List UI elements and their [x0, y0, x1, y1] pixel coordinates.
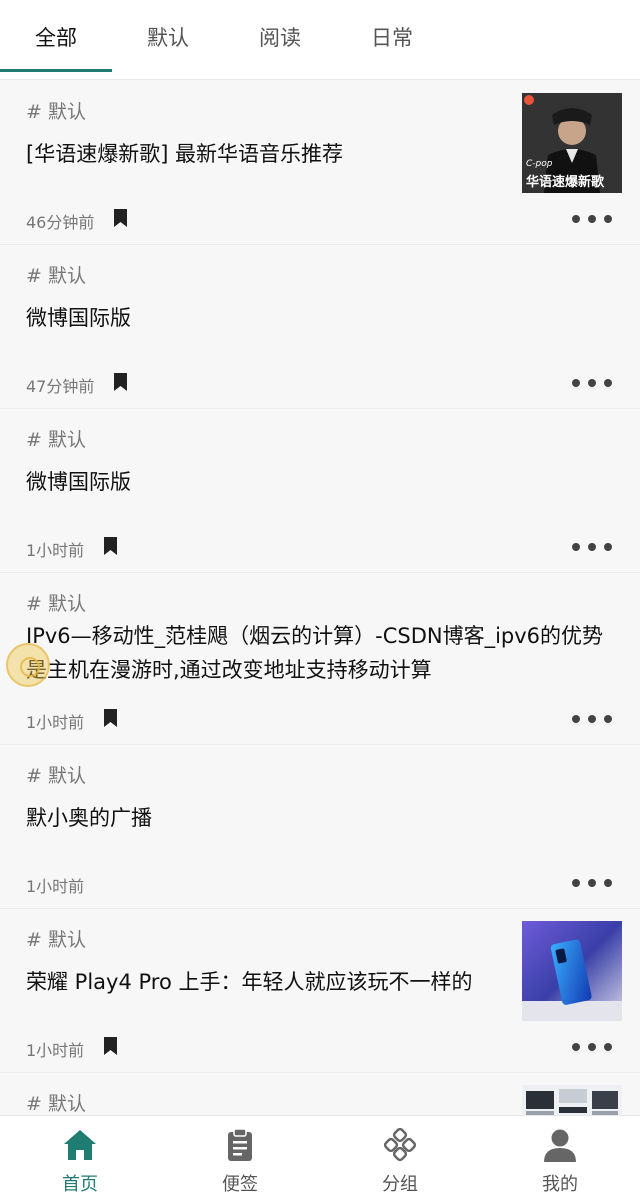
nav-notes-label: 便签 — [222, 1174, 258, 1195]
nav-groups-label: 分组 — [382, 1174, 418, 1195]
tab-all[interactable]: 全部 — [0, 22, 112, 52]
item-title[interactable]: 微博国际版 — [26, 301, 616, 335]
nav-notes[interactable]: 便签 — [160, 1116, 320, 1203]
bottom-navigation: 首页 便签 分组 我的 — [0, 1115, 640, 1203]
item-title[interactable]: 默小奥的广播 — [26, 801, 616, 835]
more-options-button[interactable] — [572, 537, 612, 557]
more-options-button[interactable] — [572, 873, 612, 893]
group-icon — [383, 1128, 417, 1162]
item-tag[interactable]: # 默认 — [26, 589, 86, 616]
tab-default[interactable]: 默认 — [112, 22, 224, 52]
feed-item[interactable]: # 默认 微博国际版 47分钟前 — [0, 245, 640, 409]
item-time: 47分钟前 — [26, 377, 95, 396]
bookmark-icon — [104, 709, 117, 727]
more-options-button[interactable] — [572, 373, 612, 393]
nav-home[interactable]: 首页 — [0, 1116, 160, 1203]
item-title[interactable]: 微博国际版 — [26, 465, 616, 499]
item-time: 1小时前 — [26, 877, 85, 896]
more-options-button[interactable] — [572, 1037, 612, 1057]
feed-item[interactable]: # 默认 IPv6—移动性_范桂飓（烟云的计算）-CSDN博客_ipv6的优势是… — [0, 573, 640, 745]
item-tag[interactable]: # 默认 — [26, 425, 86, 452]
active-tab-indicator — [0, 69, 112, 72]
category-tabs: 全部 默认 阅读 日常 — [0, 0, 640, 80]
more-options-button[interactable] — [572, 709, 612, 729]
nav-profile-label: 我的 — [542, 1174, 578, 1195]
item-tag[interactable]: # 默认 — [26, 261, 86, 288]
touch-indicator — [6, 643, 50, 687]
feed-item[interactable]: # 默认 默小奥的广播 1小时前 — [0, 745, 640, 909]
feed-item[interactable]: # 默认 荣耀 Play4 Pro 上手：年轻人就应该玩不一样的 1小时前 — [0, 909, 640, 1073]
phone-thumbnail[interactable] — [522, 921, 622, 1021]
item-tag[interactable]: # 默认 — [26, 1089, 86, 1115]
item-tag[interactable]: # 默认 — [26, 761, 86, 788]
laptops-image — [522, 1085, 622, 1115]
bookmark-icon — [104, 1037, 117, 1055]
album-small-text: C-pop — [526, 159, 553, 169]
nav-home-label: 首页 — [62, 1174, 98, 1195]
item-time: 1小时前 — [26, 1041, 85, 1060]
tab-reading[interactable]: 阅读 — [224, 22, 336, 52]
laptops-thumbnail[interactable] — [522, 1085, 622, 1115]
bookmark-icon — [104, 537, 117, 555]
album-thumbnail[interactable]: C-pop 华语速爆新歌 — [522, 93, 622, 193]
feed-item[interactable]: # 默认 [华语速爆新歌] 最新华语音乐推荐 46分钟前 C-pop 华语速爆新… — [0, 81, 640, 245]
feed-item[interactable]: # 默认 — [0, 1073, 640, 1115]
nav-profile[interactable]: 我的 — [480, 1116, 640, 1203]
item-title[interactable]: 荣耀 Play4 Pro 上手：年轻人就应该玩不一样的 — [26, 965, 506, 999]
more-options-button[interactable] — [572, 209, 612, 229]
item-title[interactable]: [华语速爆新歌] 最新华语音乐推荐 — [26, 137, 506, 171]
item-title[interactable]: IPv6—移动性_范桂飓（烟云的计算）-CSDN博客_ipv6的优势是主机在漫游… — [26, 619, 616, 687]
nav-groups[interactable]: 分组 — [320, 1116, 480, 1203]
album-big-text: 华语速爆新歌 — [526, 175, 605, 190]
feed-item[interactable]: # 默认 微博国际版 1小时前 — [0, 409, 640, 573]
item-tag[interactable]: # 默认 — [26, 925, 86, 952]
bookmark-icon — [114, 209, 127, 227]
item-tag[interactable]: # 默认 — [26, 97, 86, 124]
item-time: 1小时前 — [26, 541, 85, 560]
home-icon — [64, 1130, 96, 1160]
item-time: 46分钟前 — [26, 213, 95, 232]
item-time: 1小时前 — [26, 713, 85, 732]
clipboard-icon — [228, 1128, 252, 1161]
tab-daily[interactable]: 日常 — [336, 22, 448, 52]
bookmark-feed[interactable]: # 默认 [华语速爆新歌] 最新华语音乐推荐 46分钟前 C-pop 华语速爆新… — [0, 81, 640, 1115]
person-icon — [544, 1129, 576, 1162]
phone-image — [522, 921, 622, 1021]
bookmark-icon — [114, 373, 127, 391]
